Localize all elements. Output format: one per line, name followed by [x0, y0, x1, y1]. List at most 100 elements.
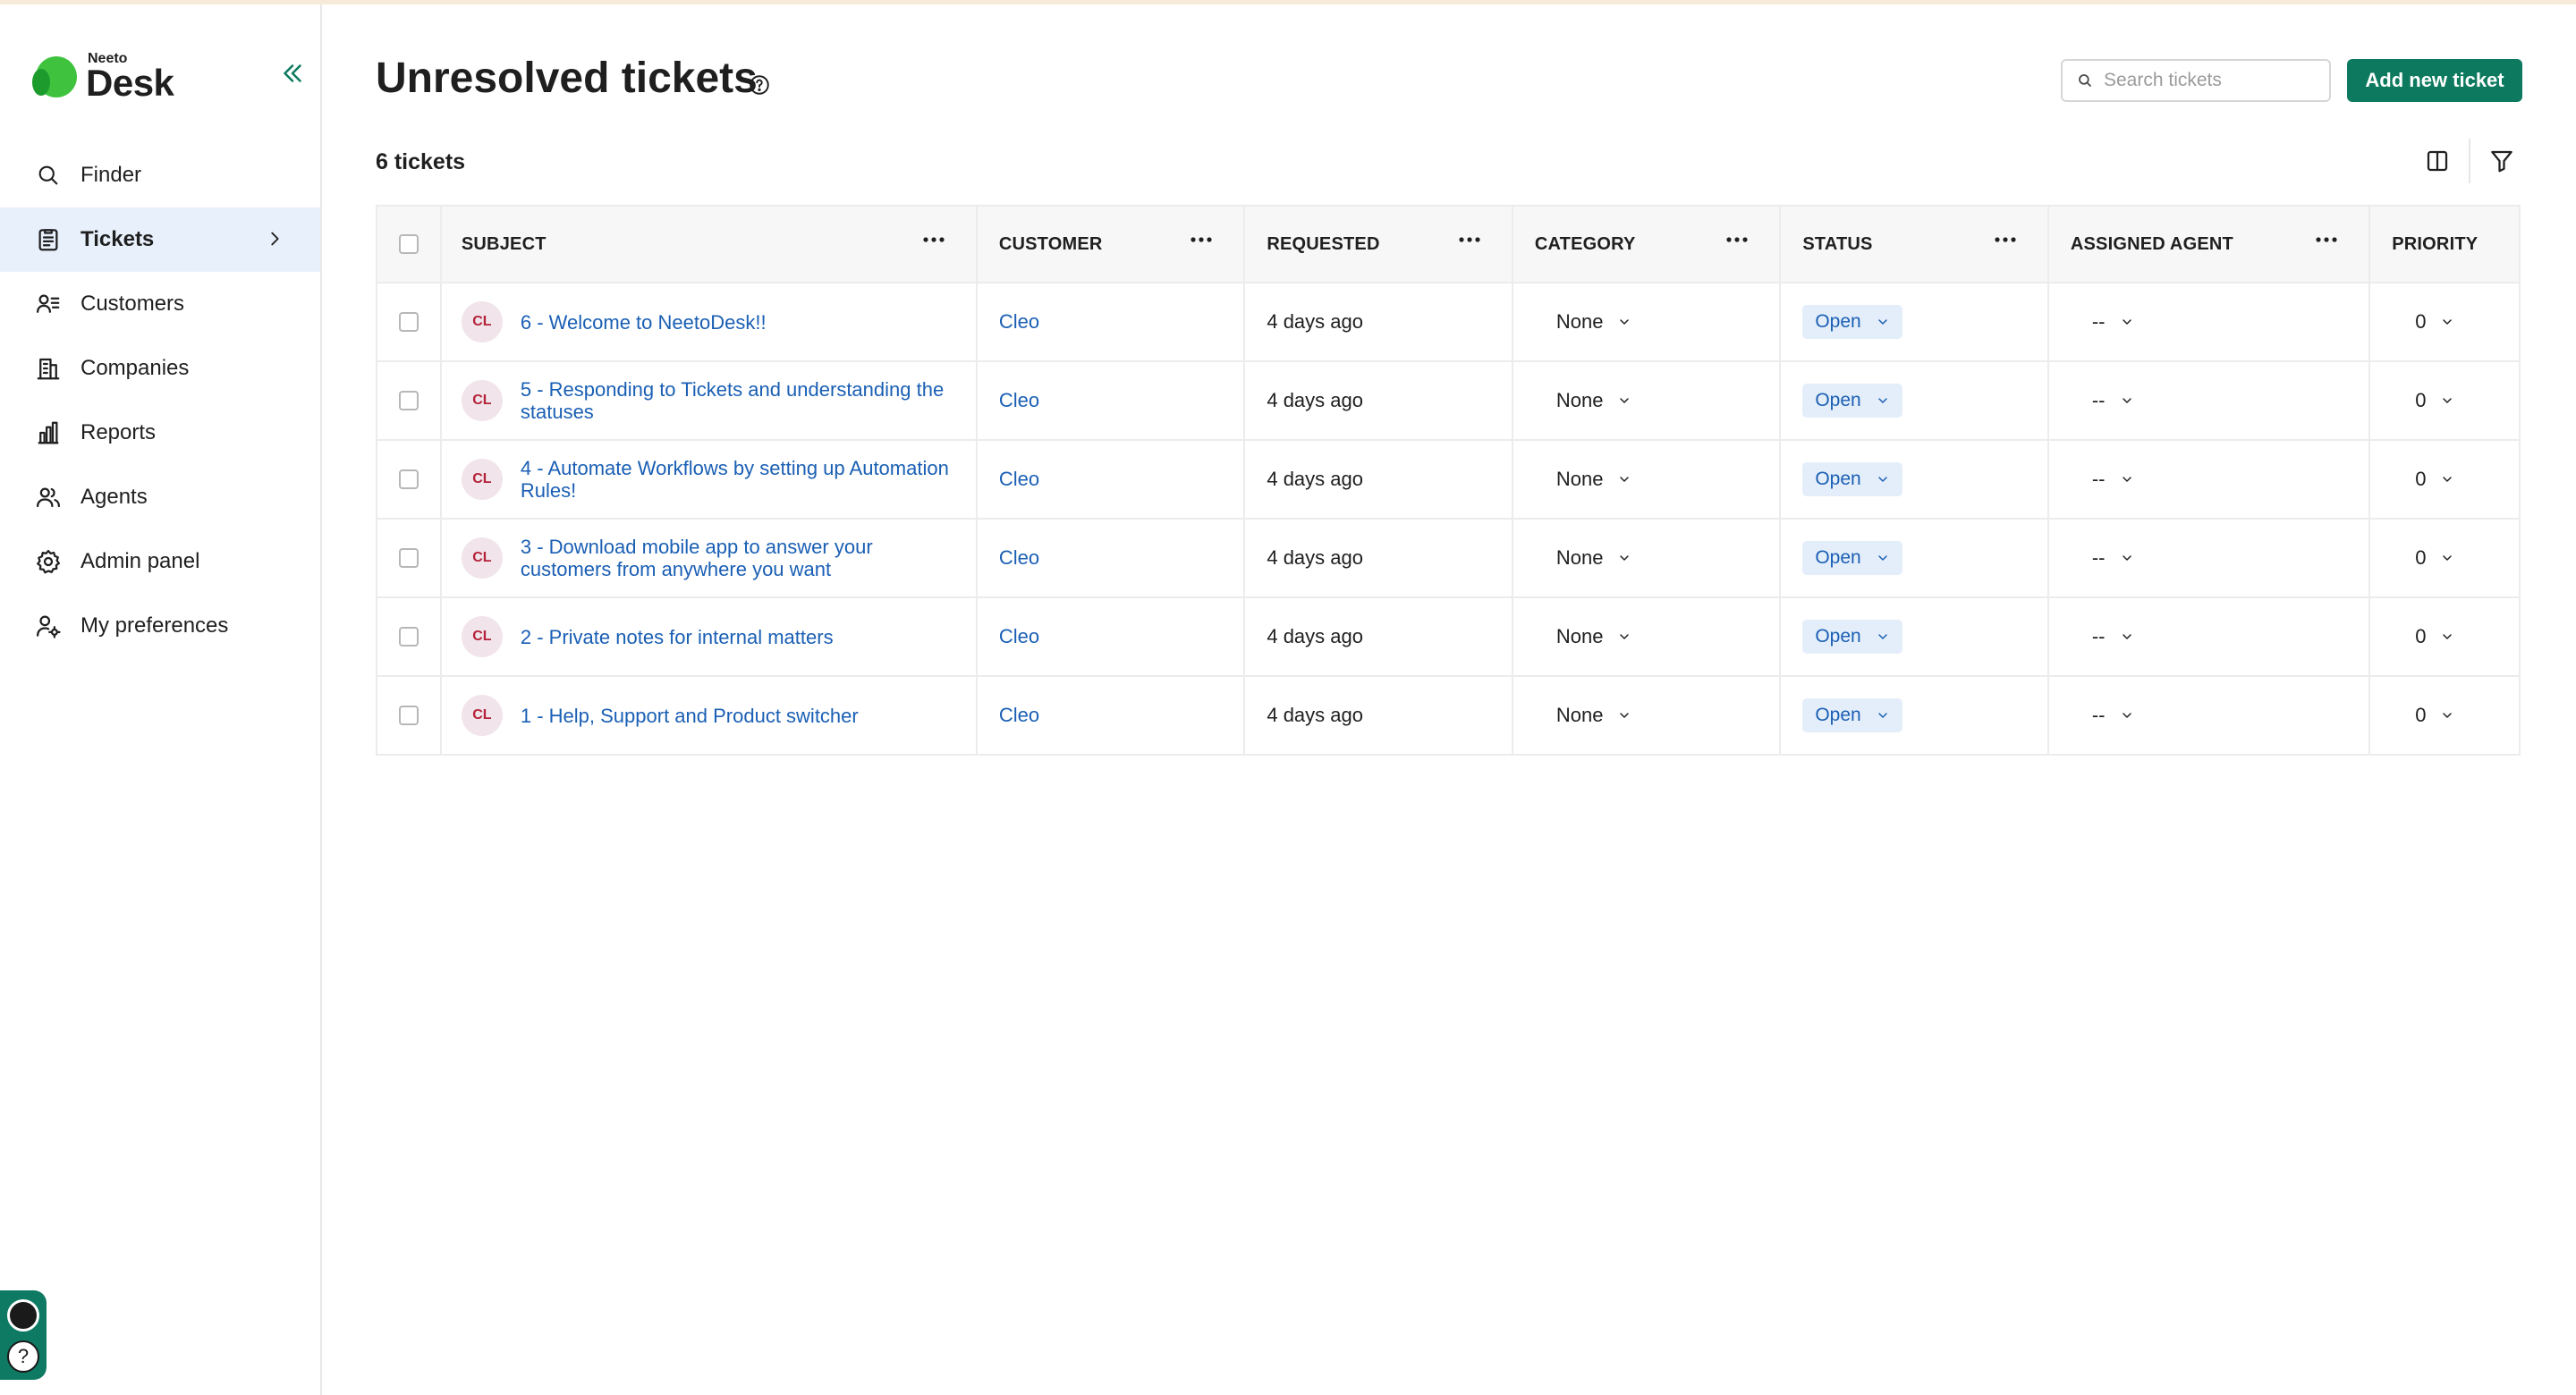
category-dropdown[interactable]: None [1556, 704, 1632, 727]
header-select-cell [377, 207, 442, 282]
customer-link[interactable]: Cleo [999, 389, 1039, 412]
sidebar-item-reports[interactable]: Reports [0, 401, 320, 465]
more-dots-icon[interactable] [1190, 235, 1213, 244]
row-checkbox[interactable] [398, 627, 419, 647]
ticket-subject-link[interactable]: 6 - Welcome to NeetoDesk!! [521, 311, 767, 334]
agent-dropdown[interactable]: -- [2092, 468, 2134, 491]
customer-link[interactable]: Cleo [999, 468, 1039, 491]
select-all-checkbox[interactable] [398, 234, 419, 254]
column-requested[interactable]: REQUESTED [1245, 207, 1513, 282]
chevron-down-icon [1877, 477, 1887, 482]
row-checkbox[interactable] [398, 706, 419, 725]
neeto-desk-logo[interactable]: Neeto Desk [32, 47, 215, 110]
sidebar-item-my-preferences[interactable]: My preferences [0, 594, 320, 658]
customer-link[interactable]: Cleo [999, 625, 1039, 648]
sidebar: Neeto Desk Finder Tickets Customers Comp… [0, 4, 322, 1395]
row-select-cell [377, 598, 442, 675]
filter-icon[interactable] [2488, 148, 2515, 174]
sidebar-item-companies[interactable]: Companies [0, 336, 320, 401]
chat-widget-icon[interactable] [7, 1299, 39, 1332]
priority-dropdown[interactable]: 0 [2415, 704, 2454, 727]
priority-dropdown[interactable]: 0 [2415, 310, 2454, 334]
column-header-label: SUBJECT [461, 233, 547, 254]
table-row[interactable]: CL 5 - Responding to Tickets and underst… [377, 362, 2519, 441]
agent-dropdown[interactable]: -- [2092, 625, 2134, 648]
row-select-cell [377, 362, 442, 439]
chevron-down-icon [2122, 713, 2131, 718]
row-checkbox[interactable] [398, 312, 419, 332]
ticket-subject-link[interactable]: 1 - Help, Support and Product switcher [521, 705, 859, 727]
chevron-down-icon [1620, 634, 1630, 639]
column-subject[interactable]: SUBJECT [442, 207, 978, 282]
ticket-subject-link[interactable]: 5 - Responding to Tickets and understand… [521, 378, 968, 423]
sidebar-item-tickets[interactable]: Tickets [0, 207, 320, 272]
agent-dropdown[interactable]: -- [2092, 389, 2134, 412]
more-dots-icon[interactable] [1725, 235, 1749, 244]
sidebar-item-finder[interactable]: Finder [0, 143, 320, 207]
more-dots-icon[interactable] [922, 235, 945, 244]
priority-dropdown[interactable]: 0 [2415, 389, 2454, 412]
sidebar-item-label: Tickets [80, 227, 155, 251]
collapse-sidebar-button[interactable] [277, 58, 308, 89]
agent-dropdown[interactable]: -- [2092, 546, 2134, 570]
status-dropdown[interactable]: Open [1802, 462, 1902, 496]
requested-time: 4 days ago [1267, 704, 1363, 726]
columns-icon[interactable] [2424, 148, 2451, 174]
sidebar-item-agents[interactable]: Agents [0, 465, 320, 529]
customer-link[interactable]: Cleo [999, 704, 1039, 727]
sidebar-item-admin-panel[interactable]: Admin panel [0, 529, 320, 594]
table-row[interactable]: CL 6 - Welcome to NeetoDesk!! Cleo 4 day… [377, 283, 2519, 362]
top-accent-line [0, 0, 2576, 4]
search-input[interactable] [2104, 70, 2318, 91]
agent-value: -- [2091, 310, 2106, 333]
column-priority[interactable]: PRIORITY [2370, 207, 2519, 282]
priority-dropdown[interactable]: 0 [2415, 625, 2454, 648]
sidebar-item-customers[interactable]: Customers [0, 272, 320, 336]
agent-dropdown[interactable]: -- [2092, 310, 2134, 334]
column-status[interactable]: STATUS [1781, 207, 2049, 282]
page-title: Unresolved tickets [376, 55, 758, 102]
ticket-subject-link[interactable]: 4 - Automate Workflows by setting up Aut… [521, 457, 968, 502]
category-dropdown[interactable]: None [1556, 389, 1632, 412]
priority-dropdown[interactable]: 0 [2415, 546, 2454, 570]
customer-link[interactable]: Cleo [999, 546, 1039, 570]
ticket-subject-link[interactable]: 2 - Private notes for internal matters [521, 626, 834, 648]
priority-cell: 0 [2370, 598, 2519, 675]
status-dropdown[interactable]: Open [1802, 305, 1902, 339]
row-checkbox[interactable] [398, 469, 419, 489]
category-dropdown[interactable]: None [1556, 625, 1632, 648]
priority-dropdown[interactable]: 0 [2415, 468, 2454, 491]
customer-link[interactable]: Cleo [999, 310, 1039, 334]
status-dropdown[interactable]: Open [1802, 384, 1902, 418]
category-value: None [1555, 389, 1604, 411]
agent-dropdown[interactable]: -- [2092, 704, 2134, 727]
add-new-ticket-button[interactable]: Add new ticket [2347, 59, 2522, 102]
row-checkbox[interactable] [398, 548, 419, 568]
priority-value: 0 [2415, 389, 2427, 411]
status-dropdown[interactable]: Open [1802, 541, 1902, 575]
status-dropdown[interactable]: Open [1802, 620, 1902, 654]
category-value: None [1555, 310, 1604, 333]
column-customer[interactable]: CUSTOMER [978, 207, 1246, 282]
table-row[interactable]: CL 2 - Private notes for internal matter… [377, 598, 2519, 677]
table-row[interactable]: CL 4 - Automate Workflows by setting up … [377, 441, 2519, 520]
row-checkbox[interactable] [398, 391, 419, 410]
table-row[interactable]: CL 1 - Help, Support and Product switche… [377, 677, 2519, 756]
table-row[interactable]: CL 3 - Download mobile app to answer you… [377, 520, 2519, 598]
more-dots-icon[interactable] [1458, 235, 1481, 244]
ticket-subject-link[interactable]: 3 - Download mobile app to answer your c… [521, 536, 968, 580]
category-dropdown[interactable]: None [1556, 546, 1632, 570]
column-category[interactable]: CATEGORY [1513, 207, 1782, 282]
category-dropdown[interactable]: None [1556, 468, 1632, 491]
more-dots-icon[interactable] [2315, 235, 2338, 244]
status-dropdown[interactable]: Open [1802, 698, 1902, 732]
more-dots-icon[interactable] [1994, 235, 2017, 244]
sidebar-nav: Finder Tickets Customers Companies Repor… [0, 143, 320, 658]
search-box[interactable] [2061, 59, 2331, 102]
category-value: None [1555, 546, 1604, 569]
category-cell: None [1513, 598, 1782, 675]
question-circle-icon[interactable] [748, 73, 771, 97]
category-dropdown[interactable]: None [1556, 310, 1632, 334]
column-assigned-agent[interactable]: ASSIGNED AGENT [2049, 207, 2371, 282]
help-widget-icon[interactable]: ? [7, 1340, 39, 1373]
